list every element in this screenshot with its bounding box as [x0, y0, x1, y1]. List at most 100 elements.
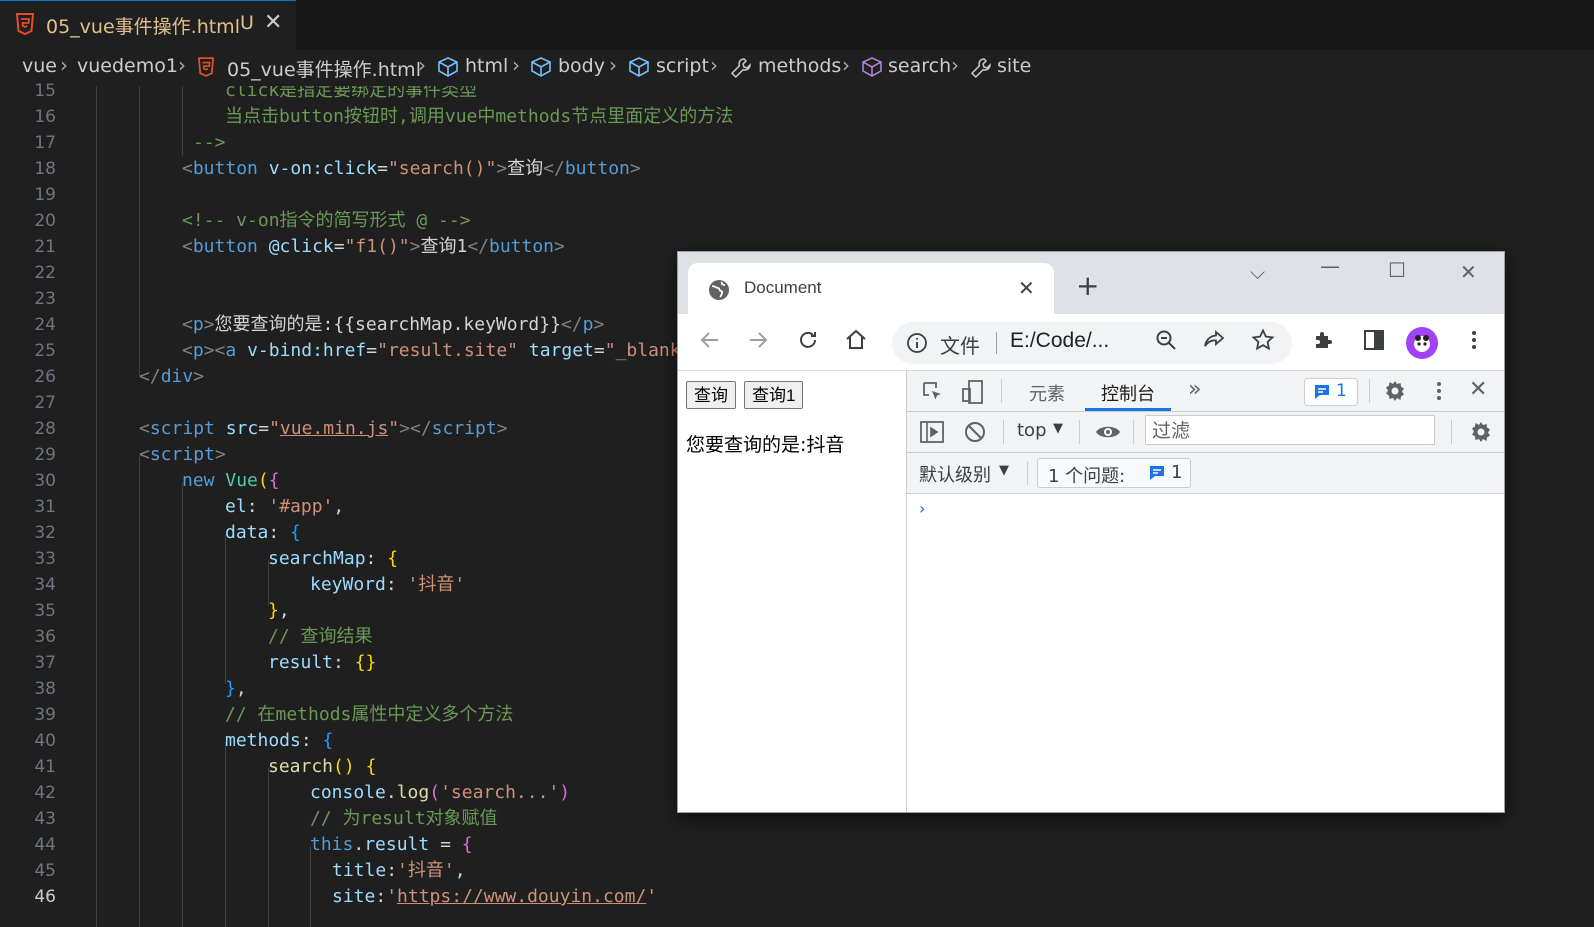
- line-number: 22: [34, 263, 56, 283]
- breadcrumb-item-script[interactable]: script: [656, 55, 709, 77]
- tab-elements[interactable]: 元素: [1029, 380, 1065, 406]
- log-level-selector[interactable]: 默认级别: [919, 461, 991, 487]
- close-devtools-icon[interactable]: ✕: [1469, 377, 1487, 402]
- tab-console[interactable]: 控制台: [1101, 380, 1155, 406]
- breadcrumb-item-html[interactable]: html: [465, 55, 508, 77]
- eye-icon[interactable]: [1095, 421, 1121, 447]
- indent-guide: [139, 86, 140, 376]
- window-close-icon[interactable]: ✕: [1460, 260, 1477, 284]
- line-number-gutter: 15 16 17 18 19 20 21 22 23 24 25 26 27 2…: [0, 81, 96, 927]
- code-line-16: 当点击button按钮时,调用vue中methods节点里面定义的方法: [225, 104, 733, 130]
- object-name: console: [310, 782, 386, 803]
- browser-tab-title: Document: [744, 278, 822, 297]
- tag-name: p: [582, 314, 594, 335]
- search-button[interactable]: 查询: [686, 381, 736, 409]
- tag-name: p: [192, 340, 204, 361]
- editor-tab-bar: 05_vue事件操作.html U ✕: [0, 0, 1594, 50]
- tag-name: button: [489, 236, 555, 257]
- caret-down-icon[interactable]: ▼: [1053, 421, 1063, 436]
- search1-button[interactable]: 查询1: [744, 381, 804, 409]
- code-line-40: methods: {: [225, 730, 334, 751]
- profile-avatar[interactable]: [1406, 327, 1438, 359]
- element-text: 您要查询的是:{{searchMap.keyWord}}: [214, 314, 561, 335]
- string-value: '抖音': [407, 574, 466, 595]
- breadcrumb-item-methods[interactable]: methods: [758, 55, 841, 77]
- tag-name: div: [160, 366, 194, 387]
- line-number: 37: [34, 653, 56, 673]
- attr-name: v-bind:href: [247, 340, 367, 361]
- comment-close: -->: [193, 132, 226, 153]
- url-link[interactable]: https://www.douyin.com/: [397, 886, 646, 907]
- divider: [996, 332, 997, 354]
- line-number: 23: [34, 289, 56, 309]
- breadcrumb-item-file[interactable]: 05_vue事件操作.html: [227, 55, 421, 82]
- bookmark-star-icon[interactable]: [1251, 328, 1275, 356]
- minimize-icon[interactable]: —: [1320, 254, 1340, 278]
- console-settings-gear-icon[interactable]: [1469, 420, 1493, 448]
- message-icon: [1313, 383, 1331, 405]
- issues-counter[interactable]: 1 个问题: 1: [1037, 458, 1191, 488]
- reload-icon[interactable]: [796, 328, 820, 356]
- home-icon[interactable]: [844, 328, 868, 356]
- line-number: 31: [34, 497, 56, 517]
- breadcrumb-item-site[interactable]: site: [997, 55, 1031, 77]
- tab-search-chevron-icon[interactable]: ⌵: [1250, 260, 1265, 284]
- zoom-icon[interactable]: [1154, 328, 1178, 356]
- inspect-element-icon[interactable]: [921, 380, 945, 408]
- code-line-38: },: [225, 678, 247, 699]
- breadcrumb-item-vue[interactable]: vue: [22, 55, 57, 77]
- code-line-33: searchMap: {: [268, 548, 399, 569]
- indent-guide: [96, 86, 97, 927]
- breadcrumb-item-body[interactable]: body: [558, 55, 605, 77]
- device-toolbar-icon[interactable]: [961, 379, 985, 409]
- caret-down-icon[interactable]: ▼: [999, 463, 1009, 478]
- code-line-42: console.log('search...'): [310, 782, 571, 803]
- address-bar[interactable]: 文件 E:/Code/...: [892, 322, 1292, 364]
- console-prompt-caret[interactable]: ›: [919, 499, 925, 518]
- line-number: 32: [34, 523, 56, 543]
- line-number: 15: [34, 81, 56, 101]
- more-tabs-icon[interactable]: »: [1188, 377, 1201, 402]
- divider: [1079, 420, 1080, 444]
- breadcrumb-item-vuedemo1[interactable]: vuedemo1: [77, 55, 178, 77]
- function-name: log: [396, 782, 430, 803]
- code-line-43: // 为result对象赋值: [310, 806, 498, 832]
- tab-close-icon[interactable]: ✕: [264, 10, 282, 35]
- side-panel-icon[interactable]: [1362, 328, 1386, 356]
- maximize-icon[interactable]: ☐: [1388, 258, 1406, 282]
- cube-icon: [628, 57, 650, 81]
- breadcrumb-item-search[interactable]: search: [888, 55, 951, 77]
- url-text[interactable]: E:/Code/...: [1010, 329, 1109, 353]
- attr-value-link[interactable]: vue.min.js: [280, 418, 388, 439]
- code-line-25: <p><a v-bind:href="result.site" target="…: [182, 340, 681, 361]
- kebab-menu-icon[interactable]: [1427, 379, 1451, 407]
- tag-name: button: [192, 236, 258, 257]
- divider: [1003, 420, 1004, 444]
- info-icon[interactable]: [906, 332, 928, 358]
- clear-console-icon[interactable]: [963, 420, 987, 448]
- console-filter-input[interactable]: 过滤: [1145, 415, 1435, 445]
- kebab-menu-icon[interactable]: [1462, 328, 1486, 356]
- keyword: new: [182, 470, 215, 491]
- close-tab-icon[interactable]: ✕: [1018, 276, 1035, 300]
- divider: [1369, 379, 1370, 403]
- property-key: methods: [225, 730, 301, 751]
- attr-value: "f1()": [344, 236, 410, 257]
- back-arrow-icon[interactable]: [698, 328, 722, 356]
- settings-gear-icon[interactable]: [1383, 379, 1407, 407]
- browser-tab[interactable]: Document ✕: [688, 263, 1054, 314]
- extensions-puzzle-icon[interactable]: [1312, 328, 1336, 356]
- issues-badge[interactable]: 1: [1304, 378, 1358, 406]
- share-icon[interactable]: [1202, 328, 1226, 356]
- context-selector[interactable]: top: [1017, 420, 1047, 441]
- issues-label: 1 个问题:: [1048, 466, 1126, 487]
- line-number: 42: [34, 783, 56, 803]
- attr-name: v-on:click: [268, 158, 378, 179]
- line-number: 19: [34, 185, 56, 205]
- code-line-18: <button v-on:click="search()">查询</button…: [182, 158, 641, 179]
- editor-tab-active[interactable]: 05_vue事件操作.html U ✕: [0, 0, 296, 50]
- sidebar-toggle-icon[interactable]: [919, 419, 945, 449]
- new-tab-plus-icon[interactable]: +: [1076, 272, 1099, 300]
- forward-arrow-icon[interactable]: [746, 328, 770, 356]
- line-number: 24: [34, 315, 56, 335]
